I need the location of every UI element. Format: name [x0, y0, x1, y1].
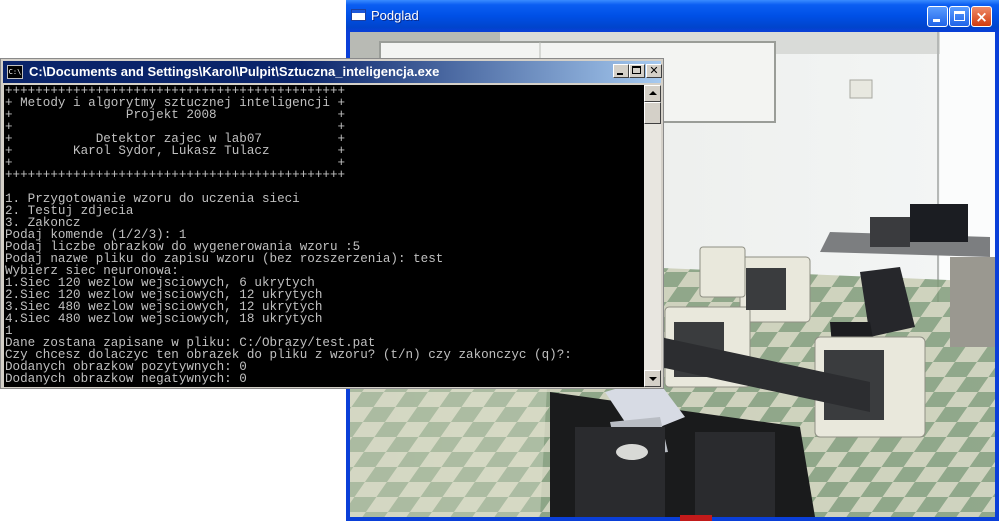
console-line: 4.Siec 480 wezlow wejsciowych, 18 ukryty…	[5, 312, 323, 326]
close-icon: ×	[975, 8, 988, 26]
taskbar-fragment	[680, 515, 712, 521]
console-line: Dodanych obrazkow negatywnych: 0	[5, 372, 247, 386]
console-window: C:\ C:\Documents and Settings\Karol\Pulp…	[0, 58, 664, 389]
minimize-button[interactable]	[927, 6, 948, 27]
console-close-button[interactable]: ✕	[646, 64, 662, 78]
scroll-down-button[interactable]	[644, 370, 661, 387]
scroll-up-button[interactable]	[644, 85, 661, 102]
window-app-icon[interactable]	[351, 9, 366, 21]
console-app-icon[interactable]: C:\	[7, 65, 23, 79]
console-output-area[interactable]: ++++++++++++++++++++++++++++++++++++++++…	[4, 85, 644, 387]
preview-window-title: Podglad	[371, 8, 419, 23]
console-title-bar[interactable]: C:\ C:\Documents and Settings\Karol\Pulp…	[3, 61, 662, 83]
maximize-button[interactable]	[949, 6, 970, 27]
scroll-thumb[interactable]	[644, 102, 661, 124]
console-maximize-button[interactable]	[629, 64, 645, 78]
console-window-title: C:\Documents and Settings\Karol\Pulpit\S…	[29, 64, 440, 79]
console-minimize-button[interactable]	[613, 64, 629, 78]
close-icon: ✕	[649, 64, 659, 77]
close-button[interactable]: ×	[971, 6, 992, 27]
console-line: 2. Testuj zdjecia	[5, 204, 134, 218]
console-output-text: ++++++++++++++++++++++++++++++++++++++++…	[4, 85, 644, 385]
console-vertical-scrollbar[interactable]	[644, 85, 661, 387]
console-line: ++++++++++++++++++++++++++++++++++++++++…	[5, 168, 346, 182]
preview-title-bar[interactable]: Podglad ×	[346, 0, 999, 32]
